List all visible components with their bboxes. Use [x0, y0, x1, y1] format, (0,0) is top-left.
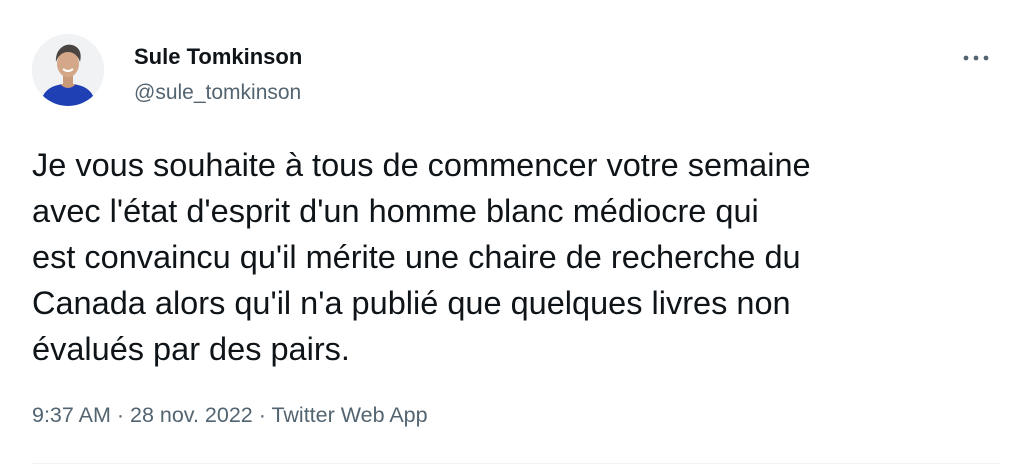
- tweet-meta: 9:37 AM · 28 nov. 2022 · Twitter Web App: [32, 403, 428, 428]
- author-name[interactable]: Sule Tomkinson: [134, 44, 302, 70]
- tweet-date[interactable]: 28 nov. 2022: [130, 403, 253, 427]
- avatar-image: [32, 34, 104, 106]
- tweet-text-line: évalués par des pairs.: [32, 331, 350, 367]
- meta-separator: ·: [252, 403, 272, 427]
- tweet-text-line: avec l'état d'esprit d'un homme blanc mé…: [32, 193, 759, 229]
- tweet-text-line: Je vous souhaite à tous de commencer vot…: [32, 147, 811, 183]
- author-handle[interactable]: @sule_tomkinson: [134, 81, 301, 105]
- tweet-source[interactable]: Twitter Web App: [271, 403, 427, 427]
- tweet-text-line: est convaincu qu'il mérite une chaire de…: [32, 239, 801, 275]
- tweet-text-line: Canada alors qu'il n'a publié que quelqu…: [32, 285, 791, 321]
- meta-separator: ·: [110, 403, 130, 427]
- divider: [32, 463, 1000, 464]
- tweet-time[interactable]: 9:37 AM: [32, 403, 111, 427]
- more-options-button[interactable]: [958, 44, 994, 72]
- more-horizontal-icon: [963, 55, 989, 61]
- avatar[interactable]: [32, 34, 104, 106]
- tweet-card: Sule Tomkinson @sule_tomkinson Je vous s…: [0, 0, 1032, 470]
- tweet-text: Je vous souhaite à tous de commencer vot…: [32, 142, 997, 372]
